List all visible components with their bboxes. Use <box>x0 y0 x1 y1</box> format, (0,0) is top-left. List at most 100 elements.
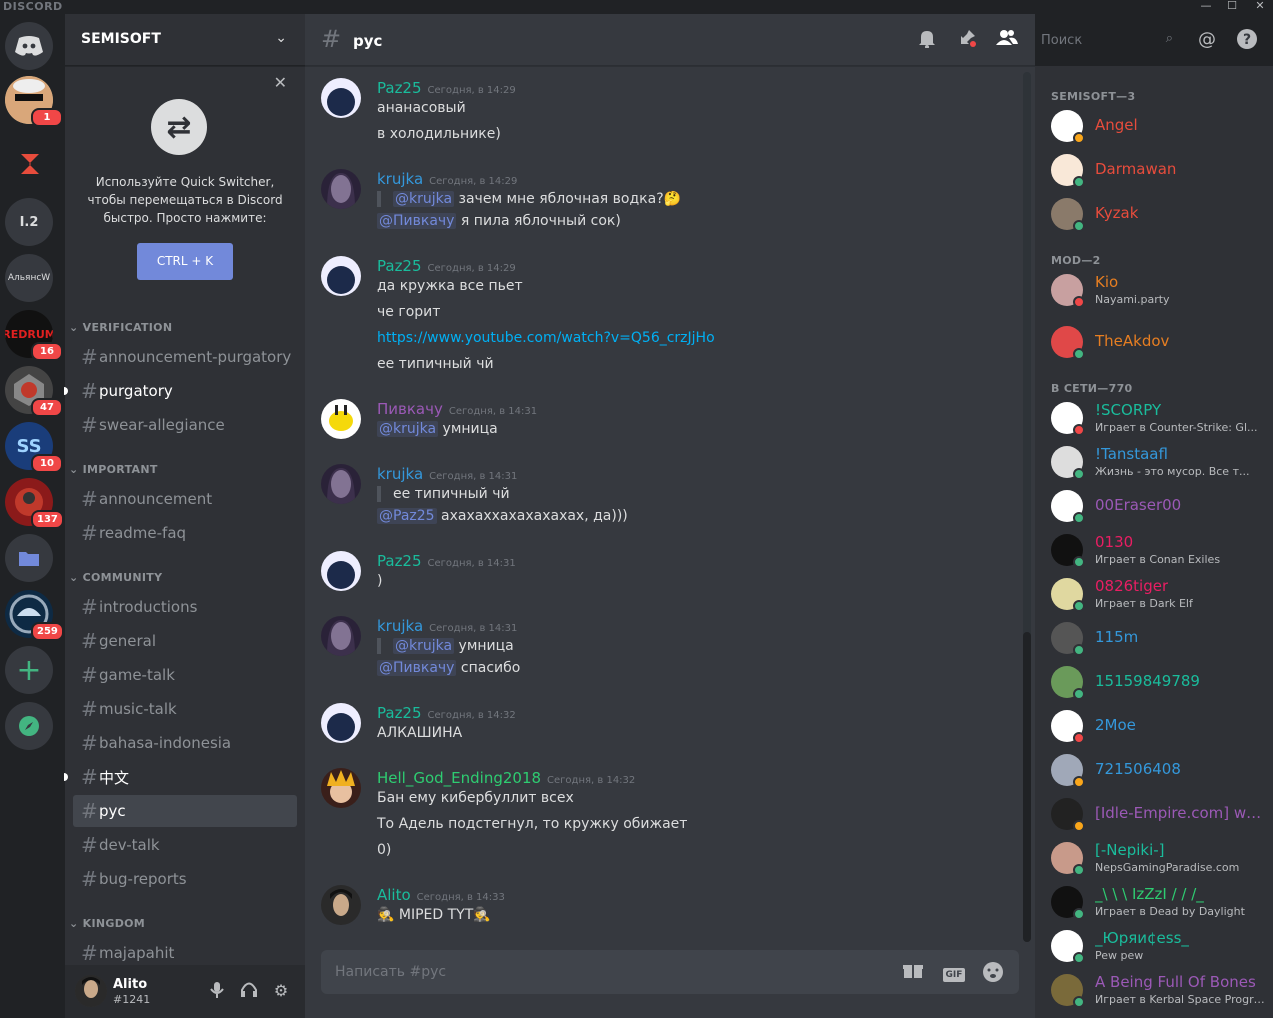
mention[interactable]: @krujka <box>393 638 455 654</box>
member-name: Angel <box>1095 116 1138 134</box>
bell-icon[interactable] <box>915 28 939 52</box>
message-author[interactable]: Paz25 <box>377 704 422 722</box>
avatar[interactable] <box>321 551 361 591</box>
member-item[interactable]: _\ \ \ IzZzI / / /_ Играет в Dead by Dayl… <box>1043 880 1268 924</box>
channel-music-talk[interactable]: # music-talk <box>73 693 297 725</box>
channel-readme-faq[interactable]: # readme-faq <box>73 517 297 549</box>
member-item[interactable]: _Юряи¢ess_ Pew pew <box>1043 924 1268 968</box>
search-input[interactable] <box>1041 31 1151 49</box>
avatar[interactable] <box>321 464 361 504</box>
avatar[interactable] <box>321 768 361 808</box>
member-item[interactable]: !Tanstaafl Жизнь - это мусор. Все т... <box>1043 440 1268 484</box>
category-kingdom[interactable]: ⌄ KINGDOM <box>69 917 145 930</box>
member-item[interactable]: 0130 Играет в Conan Exiles <box>1043 528 1268 572</box>
member-activity: Играет в Conan Exiles <box>1095 553 1221 566</box>
channel-chinese[interactable]: # 中文 <box>64 761 297 793</box>
help-icon[interactable]: ? <box>1235 28 1259 52</box>
channel-announcement-purgatory[interactable]: # announcement-purgatory <box>73 341 297 373</box>
avatar[interactable] <box>321 169 361 209</box>
member-item[interactable]: 115m <box>1043 616 1268 660</box>
category-important[interactable]: ⌄ IMPORTANT <box>69 463 158 476</box>
members-icon[interactable] <box>995 28 1019 52</box>
member-item[interactable]: Darmawan <box>1043 148 1268 192</box>
member-item[interactable]: 0826tiger Играет в Dark Elf <box>1043 572 1268 616</box>
avatar[interactable] <box>321 399 361 439</box>
mention[interactable]: @krujka <box>393 191 455 207</box>
member-item[interactable]: TheAkdov <box>1043 320 1268 364</box>
avatar[interactable] <box>321 885 361 925</box>
message-input[interactable] <box>335 962 875 982</box>
close-button[interactable]: ✕ <box>1249 0 1271 12</box>
message-link[interactable]: https://www.youtube.com/watch?v=Q56_crzJ… <box>377 330 715 346</box>
server-alliance-w[interactable]: АльянсW <box>5 254 53 302</box>
server-folder[interactable] <box>5 534 53 582</box>
channel-general[interactable]: # general <box>73 625 297 657</box>
mention[interactable]: @Пивкачу <box>377 660 457 676</box>
channel-rus[interactable]: # рус <box>73 795 297 827</box>
maximize-button[interactable]: ☐ <box>1221 0 1243 12</box>
member-item[interactable]: Kyzak <box>1043 192 1268 236</box>
mention-icon[interactable]: @ <box>1195 28 1219 52</box>
member-item[interactable]: 2Moe <box>1043 704 1268 748</box>
message-timestamp: Сегодня, в 14:29 <box>429 176 518 187</box>
avatar[interactable] <box>321 616 361 656</box>
member-item[interactable]: [-Nepiki-] NepsGamingParadise.com <box>1043 836 1268 880</box>
avatar[interactable] <box>75 975 107 1007</box>
message-author[interactable]: Paz25 <box>377 552 422 570</box>
chat-area: # рус ⌕ @ ? Paz25Сегодня <box>305 14 1257 1018</box>
emoji-icon[interactable] <box>981 961 1005 983</box>
gear-icon[interactable]: ⚙ <box>271 981 291 1001</box>
channel-purgatory[interactable]: # purgatory <box>64 375 297 407</box>
explore-servers-button[interactable] <box>5 702 53 750</box>
member-item[interactable]: 15159849789 <box>1043 660 1268 704</box>
pin-icon[interactable] <box>955 28 979 52</box>
message-text: Бан ему кибербуллит всех <box>377 790 574 806</box>
category-verification[interactable]: ⌄ VERIFICATION <box>69 321 172 334</box>
member-item[interactable]: 00Eraser00 <box>1043 484 1268 528</box>
mention[interactable]: @krujka <box>377 421 439 437</box>
avatar[interactable] <box>321 78 361 118</box>
guild-header[interactable]: SEMISOFT ⌄ <box>65 14 305 66</box>
category-community[interactable]: ⌄ COMMUNITY <box>69 571 162 584</box>
member-item[interactable]: 721506408 <box>1043 748 1268 792</box>
message-author[interactable]: Paz25 <box>377 257 422 275</box>
search-box[interactable]: ⌕ <box>1035 28 1179 52</box>
message-composer[interactable]: GIF <box>321 950 1019 994</box>
avatar[interactable] <box>321 703 361 743</box>
channel-dev-talk[interactable]: # dev-talk <box>73 829 297 861</box>
channel-announcement[interactable]: # announcement <box>73 483 297 515</box>
member-item[interactable]: Kio Nayami.party <box>1043 268 1268 312</box>
gif-button[interactable]: GIF <box>941 961 967 983</box>
status-indicator <box>1073 908 1085 920</box>
headphones-icon[interactable] <box>239 981 259 1001</box>
message-author[interactable]: Alito <box>377 886 411 904</box>
quick-switcher-button[interactable]: CTRL + K <box>137 243 233 280</box>
channel-introductions[interactable]: # introductions <box>73 591 297 623</box>
close-icon[interactable]: ✕ <box>274 73 287 92</box>
message-author[interactable]: Hell_God_Ending2018 <box>377 769 541 787</box>
channel-swear-allegiance[interactable]: # swear-allegiance <box>73 409 297 441</box>
server-i2[interactable]: I.2 <box>5 198 53 246</box>
mention[interactable]: @Пивкачу <box>377 213 457 229</box>
mention[interactable]: @Paz25 <box>377 508 437 524</box>
minimize-button[interactable]: — <box>1195 0 1217 12</box>
home-button[interactable] <box>5 22 53 70</box>
avatar[interactable] <box>321 256 361 296</box>
microphone-icon[interactable] <box>207 981 227 1001</box>
server-semisoft[interactable] <box>5 140 53 188</box>
message-author[interactable]: krujka <box>377 170 423 188</box>
message-author[interactable]: Paz25 <box>377 79 422 97</box>
message-author[interactable]: Пивкачу <box>377 400 443 418</box>
member-item[interactable]: [Idle-Empire.com] wu... <box>1043 792 1268 836</box>
message-author[interactable]: krujka <box>377 617 423 635</box>
member-item[interactable]: A Being Full Of Bones Играет в Kerbal Spa… <box>1043 968 1268 1012</box>
add-server-button[interactable]: + <box>5 646 53 694</box>
member-item[interactable]: !SCORPY Играет в Counter-Strike: Gl... <box>1043 396 1268 440</box>
channel-bug-reports[interactable]: # bug-reports <box>73 863 297 895</box>
channel-game-talk[interactable]: # game-talk <box>73 659 297 691</box>
gift-icon[interactable] <box>901 961 925 983</box>
channel-bahasa-indonesia[interactable]: # bahasa-indonesia <box>73 727 297 759</box>
scrollbar-thumb[interactable] <box>1023 632 1031 942</box>
message-author[interactable]: krujka <box>377 465 423 483</box>
member-item[interactable]: Angel <box>1043 104 1268 148</box>
